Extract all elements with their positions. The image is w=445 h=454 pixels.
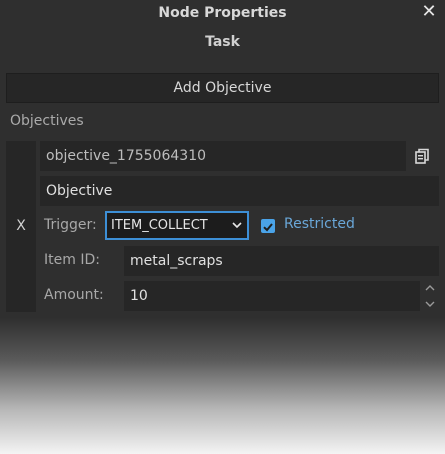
check-icon (263, 223, 273, 232)
objective-id-field[interactable]: objective_1755064310 (40, 141, 406, 171)
window-title: Node Properties (158, 5, 287, 21)
node-type-heading: Task (205, 34, 240, 50)
close-button[interactable]: ✕ (419, 2, 439, 22)
objective-type-field[interactable]: Objective (40, 176, 439, 206)
add-objective-button[interactable]: Add Objective (6, 73, 439, 103)
amount-stepper[interactable] (423, 282, 437, 310)
copy-icon[interactable] (414, 148, 430, 164)
item-id-input[interactable]: metal_scraps (124, 246, 439, 276)
chevron-down-icon (425, 301, 435, 307)
chevron-down-icon (232, 222, 242, 229)
remove-objective-button[interactable]: X (6, 141, 36, 312)
restricted-checkbox[interactable] (261, 219, 275, 233)
restricted-label[interactable]: Restricted (284, 216, 355, 232)
amount-input[interactable]: 10 (124, 281, 420, 311)
amount-label: Amount: (44, 287, 104, 303)
trigger-label: Trigger: (44, 217, 97, 233)
item-id-label: Item ID: (44, 252, 100, 268)
trigger-select[interactable]: ITEM_COLLECT (105, 211, 249, 240)
close-icon[interactable]: ✕ (421, 1, 436, 22)
objectives-section-label: Objectives (10, 113, 84, 129)
chevron-up-icon (425, 285, 435, 291)
trigger-select-value: ITEM_COLLECT (111, 218, 208, 233)
